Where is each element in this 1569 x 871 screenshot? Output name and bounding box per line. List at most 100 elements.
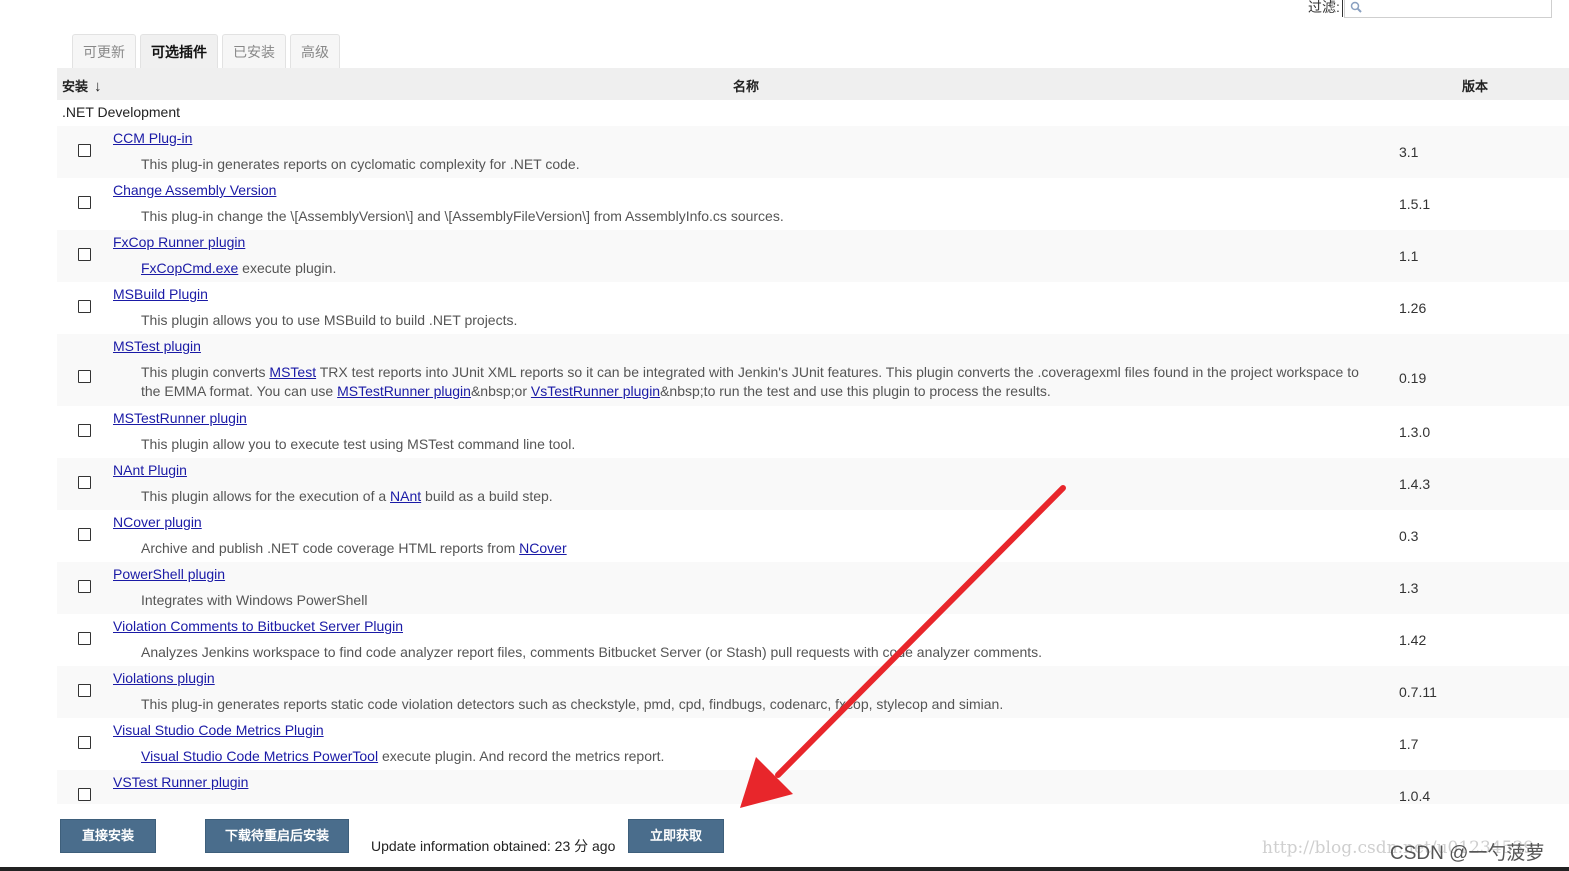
description-link[interactable]: NCover xyxy=(519,540,566,556)
install-checkbox[interactable] xyxy=(78,370,91,383)
plugin-version: 1.4.3 xyxy=(1399,476,1431,492)
plugin-row: NAnt Plugin This plugin allows for the ex… xyxy=(57,458,1569,510)
filter-input[interactable] xyxy=(1344,1,1551,17)
install-checkbox[interactable] xyxy=(78,476,91,489)
plugin-name-link[interactable]: MSBuild Plugin xyxy=(113,286,208,302)
plugin-description: This plugin allow you to execute test us… xyxy=(141,435,1373,454)
plugin-tabs: 可更新 可选插件 已安装 高级 xyxy=(72,34,344,68)
plugin-version: 1.7 xyxy=(1399,736,1419,752)
install-checkbox[interactable] xyxy=(78,300,91,313)
description-text: Integrates with Windows PowerShell xyxy=(141,592,368,608)
plugin-name-link[interactable]: Visual Studio Code Metrics Plugin xyxy=(113,722,324,738)
install-checkbox[interactable] xyxy=(78,788,91,801)
description-text: build as a build step. xyxy=(421,488,553,504)
plugin-name-link[interactable]: MSTest plugin xyxy=(113,338,201,354)
plugin-row: MSTest plugin This plugin converts MSTest… xyxy=(57,334,1569,406)
description-text: This plugin allow you to execute test us… xyxy=(141,436,576,452)
description-text: &nbsp;to run the test and use this plugi… xyxy=(660,383,1051,399)
description-text: Archive and publish .NET code coverage H… xyxy=(141,540,520,556)
plugin-name-link[interactable]: VSTest Runner plugin xyxy=(113,774,248,790)
description-link[interactable]: VsTestRunner plugin xyxy=(531,383,660,399)
plugin-name-link[interactable]: FxCop Runner plugin xyxy=(113,234,245,250)
plugin-version: 1.26 xyxy=(1399,300,1427,316)
plugin-description: This plugin allows for the execution of … xyxy=(141,487,1373,506)
tab-installed[interactable]: 已安装 xyxy=(222,34,286,68)
install-checkbox[interactable] xyxy=(78,144,91,157)
plugin-version: 0.3 xyxy=(1399,528,1419,544)
plugin-row: Violation Comments to Bitbucket Server P… xyxy=(57,614,1569,666)
plugin-name-link[interactable]: MSTestRunner plugin xyxy=(113,410,247,426)
install-now-button[interactable]: 直接安装 xyxy=(60,819,156,853)
install-checkbox[interactable] xyxy=(78,632,91,645)
description-link[interactable]: MSTestRunner plugin xyxy=(337,383,471,399)
description-link[interactable]: FxCopCmd.exe xyxy=(141,260,238,276)
description-text: This plug-in generates reports static co… xyxy=(141,696,1004,712)
description-text: execute plugin. And record the metrics r… xyxy=(378,748,665,764)
plugin-description: This plugin allows you to use MSBuild to… xyxy=(141,311,1373,330)
filter-bar: 过滤: xyxy=(1308,0,1552,18)
plugin-description: This plugin converts MSTest TRX test rep… xyxy=(141,363,1373,401)
plugin-version: 1.3 xyxy=(1399,580,1419,596)
description-text: This plug-in change the \[AssemblyVersio… xyxy=(141,208,784,224)
install-checkbox[interactable] xyxy=(78,424,91,437)
plugin-version: 0.7.11 xyxy=(1399,684,1437,700)
table-header: 安装 ↓ 名称 版本 xyxy=(57,68,1569,100)
plugin-name-link[interactable]: NCover plugin xyxy=(113,514,202,530)
description-text: Analyzes Jenkins workspace to find code … xyxy=(141,644,1043,660)
search-icon xyxy=(1350,1,1362,13)
plugin-version: 1.5.1 xyxy=(1399,196,1431,212)
description-text: execute plugin. xyxy=(238,260,337,276)
filter-label: 过滤: xyxy=(1308,0,1340,15)
plugin-name-link[interactable]: Violation Comments to Bitbucket Server P… xyxy=(113,618,403,634)
check-now-button[interactable]: 立即获取 xyxy=(628,819,724,853)
description-text: This plugin converts xyxy=(141,364,270,380)
install-checkbox[interactable] xyxy=(78,684,91,697)
description-link[interactable]: MSTest xyxy=(269,364,316,380)
plugin-version: 3.1 xyxy=(1399,144,1419,160)
description-link[interactable]: Visual Studio Code Metrics PowerTool xyxy=(141,748,378,764)
plugin-name-link[interactable]: Change Assembly Version xyxy=(113,182,276,198)
plugin-name-link[interactable]: PowerShell plugin xyxy=(113,566,225,582)
plugin-row: CCM Plug-in This plug-in generates report… xyxy=(57,126,1569,178)
plugin-name-link[interactable]: CCM Plug-in xyxy=(113,130,192,146)
bottom-border xyxy=(0,867,1569,871)
install-checkbox[interactable] xyxy=(78,528,91,541)
install-checkbox[interactable] xyxy=(78,580,91,593)
plugin-description: Visual Studio Code Metrics PowerTool exe… xyxy=(141,747,1373,766)
plugin-description: Archive and publish .NET code coverage H… xyxy=(141,539,1373,558)
install-checkbox[interactable] xyxy=(78,248,91,261)
plugin-description: This plug-in change the \[AssemblyVersio… xyxy=(141,207,1373,226)
plugin-name-link[interactable]: Violations plugin xyxy=(113,670,215,686)
install-checkbox[interactable] xyxy=(78,736,91,749)
tab-updates[interactable]: 可更新 xyxy=(72,34,136,68)
plugin-row: MSTestRunner plugin This plugin allow you… xyxy=(57,406,1569,458)
plugin-name-link[interactable]: NAnt Plugin xyxy=(113,462,187,478)
column-name[interactable]: 名称 xyxy=(733,76,759,95)
column-version[interactable]: 版本 xyxy=(1462,76,1488,95)
plugin-description: Analyzes Jenkins workspace to find code … xyxy=(141,643,1373,662)
plugin-row: Violations plugin This plug-in generates … xyxy=(57,666,1569,718)
description-text: This plugin allows you to use MSBuild to… xyxy=(141,312,518,328)
download-restart-button[interactable]: 下载待重启后安装 xyxy=(205,819,349,853)
plugin-row: Visual Studio Code Metrics Plugin Visual … xyxy=(57,718,1569,770)
watermark-csdn: CSDN @一勺菠萝 xyxy=(1390,843,1545,864)
tab-available[interactable]: 可选插件 xyxy=(140,34,218,68)
plugin-version: 1.0.4 xyxy=(1399,788,1431,804)
plugin-version: 1.1 xyxy=(1399,248,1419,264)
tab-advanced[interactable]: 高级 xyxy=(290,34,340,68)
plugin-row: NCover plugin Archive and publish .NET co… xyxy=(57,510,1569,562)
description-link[interactable]: NAnt xyxy=(390,488,421,504)
install-checkbox[interactable] xyxy=(78,196,91,209)
plugin-description: Integrates with Windows PowerShell xyxy=(141,591,1373,610)
filter-field[interactable] xyxy=(1341,0,1552,18)
column-install[interactable]: 安装 ↓ xyxy=(62,76,102,95)
update-info: Update information obtained: 23 分 ago xyxy=(371,838,616,854)
plugin-row: FxCop Runner plugin FxCopCmd.exe execute … xyxy=(57,230,1569,282)
category-title: .NET Development xyxy=(62,104,181,120)
description-text: &nbsp;or xyxy=(470,383,531,399)
plugin-version: 0.19 xyxy=(1399,370,1427,386)
plugin-list: CCM Plug-in This plug-in generates report… xyxy=(57,126,1569,804)
description-text: This plugin allows for the execution of … xyxy=(141,488,391,504)
plugin-description: This plug-in generates reports static co… xyxy=(141,695,1373,714)
plugin-row: Change Assembly Version This plug-in chan… xyxy=(57,178,1569,230)
